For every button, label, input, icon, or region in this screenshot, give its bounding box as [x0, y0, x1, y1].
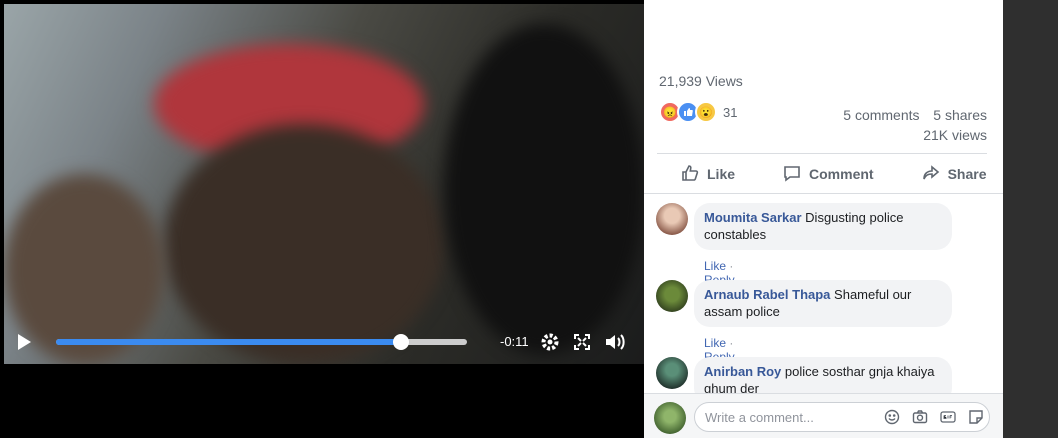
avatar[interactable] [656, 357, 688, 389]
share-icon [922, 164, 948, 185]
play-icon[interactable] [18, 334, 31, 350]
video-progress-bar[interactable] [56, 334, 467, 350]
volume-icon[interactable] [604, 332, 625, 352]
background-gutter [1003, 0, 1058, 438]
video-dark-region [444, 24, 644, 354]
current-user-avatar [654, 402, 686, 434]
comment-bubble: Moumita Sarkar Disgusting police constab… [694, 203, 952, 250]
comment-author[interactable]: Moumita Sarkar [704, 210, 802, 225]
video-progress-thumb[interactable] [393, 334, 410, 350]
comment-like-link[interactable]: Like [704, 336, 726, 350]
divider-actions [644, 193, 1003, 194]
comment-composer: Write a comment... [644, 393, 1003, 438]
reaction-count: 31 [723, 104, 738, 120]
views-count: 21,939 Views [659, 73, 743, 89]
share-button[interactable]: Share [898, 164, 1003, 185]
post-actions: Like Comment Share [657, 160, 987, 188]
comment-icon [783, 164, 809, 185]
share-label: Share [947, 166, 987, 182]
video-player[interactable]: -0:11 [0, 0, 644, 438]
comment-author[interactable]: Arnaub Rabel Thapa [704, 287, 830, 302]
composer-icons [883, 408, 985, 426]
like-button[interactable]: Like [657, 164, 759, 185]
comment-button[interactable]: Comment [759, 164, 898, 185]
video-time-remaining: -0:11 [500, 334, 529, 349]
reactions-summary[interactable]: 😠 😮 31 [659, 101, 737, 123]
shares-count[interactable]: 5 shares [933, 107, 987, 123]
comment-author[interactable]: Anirban Roy [704, 364, 781, 379]
post-panel: 21,939 Views 😠 😮 31 5 comments 5 shares … [644, 0, 1003, 438]
comment-bubble: Arnaub Rabel Thapa Shameful our assam po… [694, 280, 952, 327]
emoji-icon[interactable] [883, 408, 901, 426]
video-frame[interactable] [4, 4, 644, 364]
fullscreen-icon[interactable] [572, 332, 592, 352]
video-progress-fill [56, 339, 402, 345]
views-short: 21K views [923, 127, 987, 143]
like-icon [681, 164, 707, 185]
divider-top [657, 153, 987, 154]
comment-label: Comment [809, 166, 874, 182]
sticker-icon[interactable] [967, 408, 985, 426]
settings-icon[interactable] [540, 332, 560, 352]
camera-icon[interactable] [911, 408, 929, 426]
gif-icon[interactable] [939, 408, 957, 426]
avatar[interactable] [656, 203, 688, 235]
like-label: Like [707, 166, 736, 182]
post-stats: 5 comments 5 shares 21K views [843, 105, 987, 145]
avatar[interactable] [656, 280, 688, 312]
comment-like-link[interactable]: Like [704, 259, 726, 273]
wow-reaction-icon: 😮 [695, 101, 717, 123]
video-controls: -0:11 [4, 322, 644, 362]
comments-count[interactable]: 5 comments [843, 107, 919, 123]
